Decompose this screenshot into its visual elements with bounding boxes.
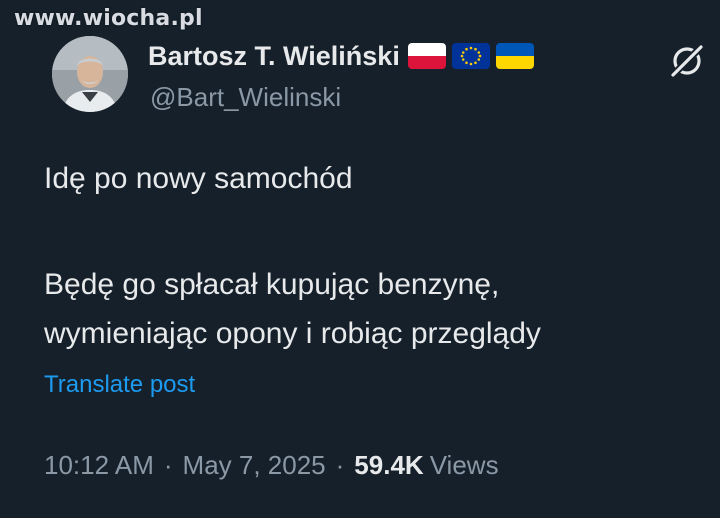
author-flags <box>407 43 534 69</box>
ukraine-flag-icon <box>495 43 534 69</box>
author-row: Bartosz T. Wieliński <box>148 38 534 74</box>
poland-flag-icon <box>407 43 446 69</box>
eu-flag-icon <box>451 43 490 69</box>
grok-icon[interactable] <box>666 40 708 82</box>
post-date[interactable]: May 7, 2025 <box>183 450 326 481</box>
post-text-line-1: Idę po nowy samochód <box>44 162 353 195</box>
post-text-line-3: wymieniając opony i robiąc przeglądy <box>44 317 541 350</box>
post-time[interactable]: 10:12 AM <box>44 450 154 481</box>
author-handle[interactable]: @Bart_Wielinski <box>150 82 341 113</box>
translate-post-link[interactable]: Translate post <box>44 371 195 399</box>
avatar-image <box>52 36 128 112</box>
views-label: Views <box>429 450 499 480</box>
views-count: 59.4K <box>354 450 424 480</box>
watermark-text: www.wiocha.pl <box>14 6 203 31</box>
separator-dot: · <box>163 450 173 480</box>
post-meta: 10:12 AM · May 7, 2025 · 59.4K Views <box>44 450 499 481</box>
post-text-line-2: Będę go spłacał kupując benzynę, <box>44 268 500 301</box>
author-name[interactable]: Bartosz T. Wieliński <box>148 41 400 72</box>
avatar[interactable] <box>52 36 128 112</box>
separator-dot: · <box>335 450 345 480</box>
